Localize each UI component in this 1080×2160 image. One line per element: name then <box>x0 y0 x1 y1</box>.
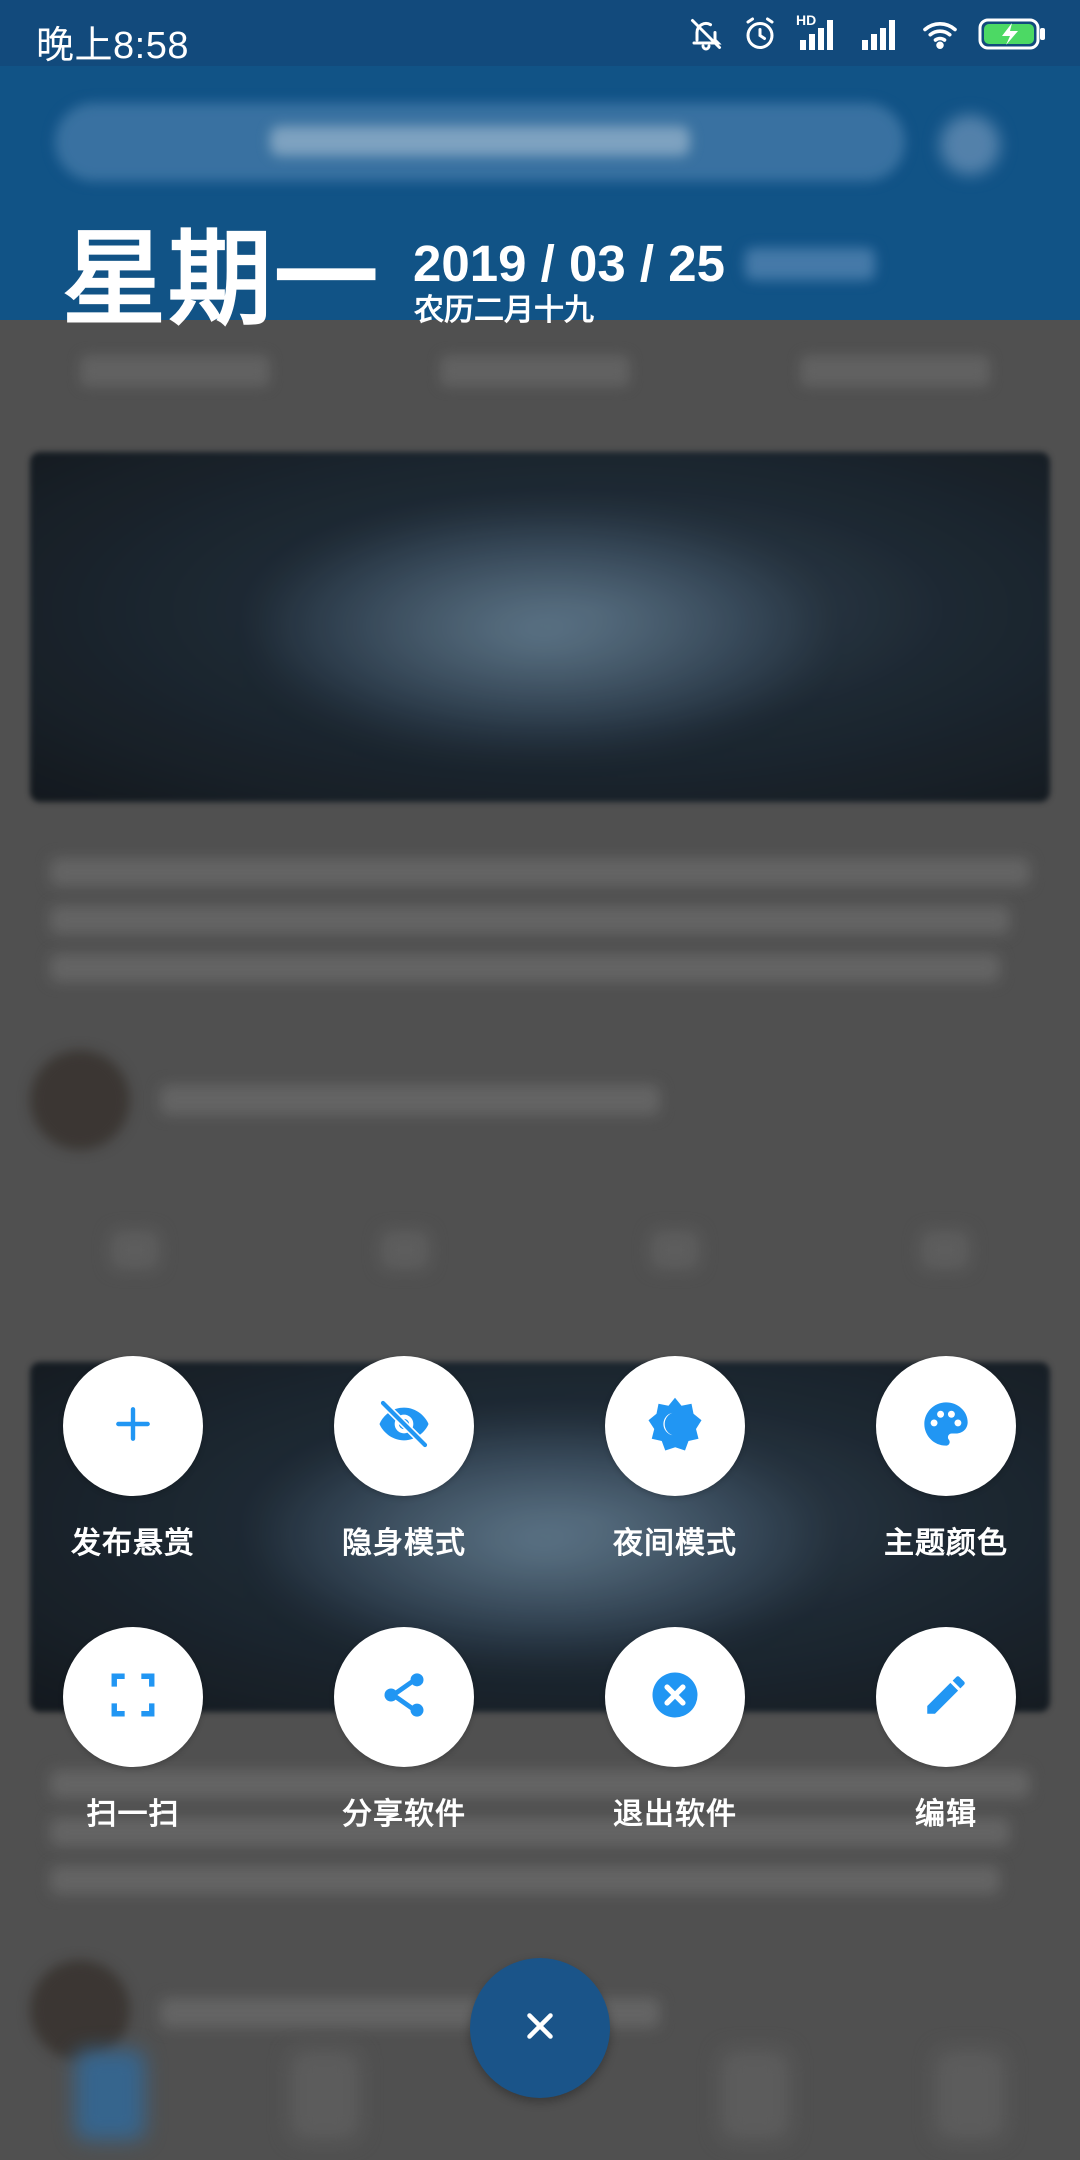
status-bar: 晚上8:58 HD <box>0 0 1080 67</box>
mute-icon <box>688 16 724 52</box>
exit-button[interactable] <box>605 1627 745 1767</box>
menu-label: 主题颜色 <box>884 1527 1008 1560</box>
hd-signal-icon: HD <box>796 12 840 52</box>
battery-charging-icon <box>978 17 1046 51</box>
eye-off-icon <box>376 1396 432 1457</box>
plus-icon <box>111 1402 155 1451</box>
close-icon <box>522 2008 558 2049</box>
scan-button[interactable] <box>63 1627 203 1767</box>
menu-item-incognito[interactable]: 隐身模式 <box>304 1356 504 1562</box>
menu-item-post-bounty[interactable]: 发布悬赏 <box>33 1356 233 1562</box>
menu-label: 隐身模式 <box>342 1527 466 1560</box>
date-label: 2019 / 03 / 25 <box>413 235 725 292</box>
menu-item-theme-color[interactable]: 主题颜色 <box>846 1356 1046 1562</box>
theme-color-button[interactable] <box>876 1356 1016 1496</box>
lunar-date-label: 农历二月十九 <box>414 294 594 327</box>
exit-icon <box>648 1668 702 1727</box>
menu-label: 夜间模式 <box>613 1527 737 1560</box>
wifi-icon <box>920 16 960 52</box>
share-icon <box>378 1669 430 1726</box>
status-icons: HD <box>688 12 1046 54</box>
menu-item-share[interactable]: 分享软件 <box>304 1627 504 1833</box>
edit-icon <box>921 1670 971 1725</box>
menu-item-exit[interactable]: 退出软件 <box>575 1627 775 1833</box>
signal-icon <box>858 16 902 52</box>
close-menu-button[interactable] <box>470 1958 610 2098</box>
weekday-label: 星期一 <box>62 222 381 338</box>
menu-item-night-mode[interactable]: 夜间模式 <box>575 1356 775 1562</box>
night-mode-button[interactable] <box>605 1356 745 1496</box>
night-mode-icon <box>645 1394 705 1459</box>
share-button[interactable] <box>334 1627 474 1767</box>
menu-label: 分享软件 <box>342 1798 466 1831</box>
edit-button[interactable] <box>876 1627 1016 1767</box>
palette-icon <box>920 1398 972 1455</box>
menu-label: 发布悬赏 <box>71 1527 195 1560</box>
alarm-icon <box>742 16 778 52</box>
menu-item-edit[interactable]: 编辑 <box>846 1627 1046 1833</box>
scan-icon <box>108 1670 158 1725</box>
post-bounty-button[interactable] <box>63 1356 203 1496</box>
status-time: 晚上8:58 <box>36 25 189 67</box>
menu-label: 编辑 <box>915 1798 977 1831</box>
incognito-button[interactable] <box>334 1356 474 1496</box>
menu-label: 退出软件 <box>613 1798 737 1831</box>
menu-item-scan[interactable]: 扫一扫 <box>33 1627 233 1833</box>
menu-label: 扫一扫 <box>86 1798 180 1831</box>
